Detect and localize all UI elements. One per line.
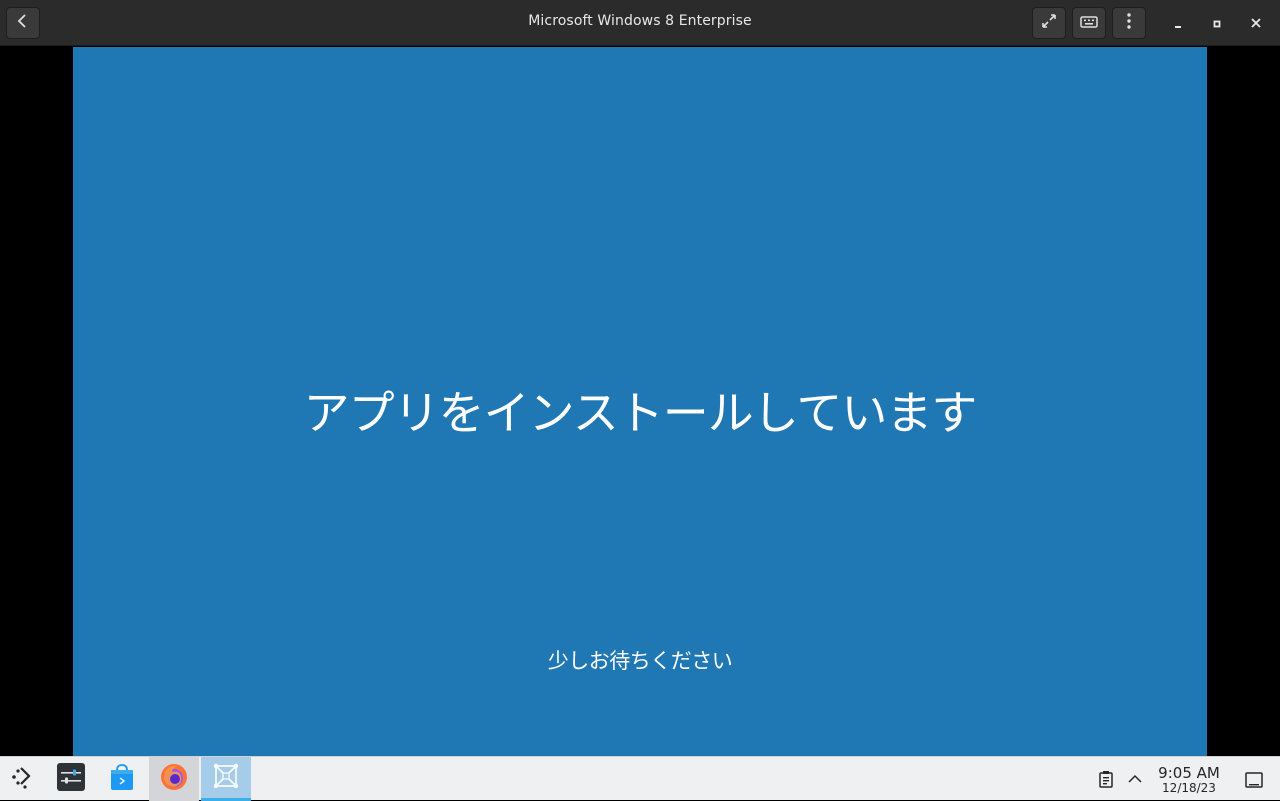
vm-display-area: アプリをインストールしています 少しお待ちください [0,47,1280,756]
fullscreen-icon [1040,12,1058,34]
firefox-icon [159,762,189,796]
please-wait-text: 少しお待ちください [547,649,733,673]
launcher-icon [9,764,35,794]
maximize-icon [1212,14,1222,33]
clock-time[interactable]: 9:05 AM [1150,764,1228,782]
system-tray-expand-button[interactable] [1125,769,1145,789]
kebab-menu-icon [1126,12,1132,34]
maximize-button[interactable] [1205,11,1229,35]
menu-button[interactable] [1112,7,1146,39]
minimize-icon [1173,14,1183,33]
close-icon [1250,14,1262,33]
close-button[interactable] [1244,11,1268,35]
fullscreen-button[interactable] [1032,7,1066,39]
title-bar: Microsoft Windows 8 Enterprise [0,0,1280,46]
installing-apps-heading: アプリをインストールしています [303,386,978,440]
taskbar-firefox[interactable] [149,757,199,801]
taskbar-settings[interactable] [46,757,96,801]
taskbar-store[interactable] [97,757,147,801]
clipboard-icon [1096,771,1116,793]
show-desktop-button[interactable] [1243,769,1265,791]
vm-icon [211,761,241,795]
show-desktop-icon [1243,772,1265,795]
clipboard-button[interactable] [1096,769,1116,789]
store-icon [108,762,136,796]
keyboard-button[interactable] [1072,7,1106,39]
application-launcher-button[interactable] [0,757,44,801]
settings-icon [56,762,86,796]
taskbar-virtual-machine[interactable] [201,757,251,801]
keyboard-icon [1080,14,1098,33]
taskbar: 9:05 AM 12/18/23 [0,756,1280,801]
chevron-up-icon [1125,774,1145,793]
minimize-button[interactable] [1166,11,1190,35]
clock-date[interactable]: 12/18/23 [1150,781,1228,795]
vm-screen[interactable]: アプリをインストールしています 少しお待ちください [73,47,1207,756]
